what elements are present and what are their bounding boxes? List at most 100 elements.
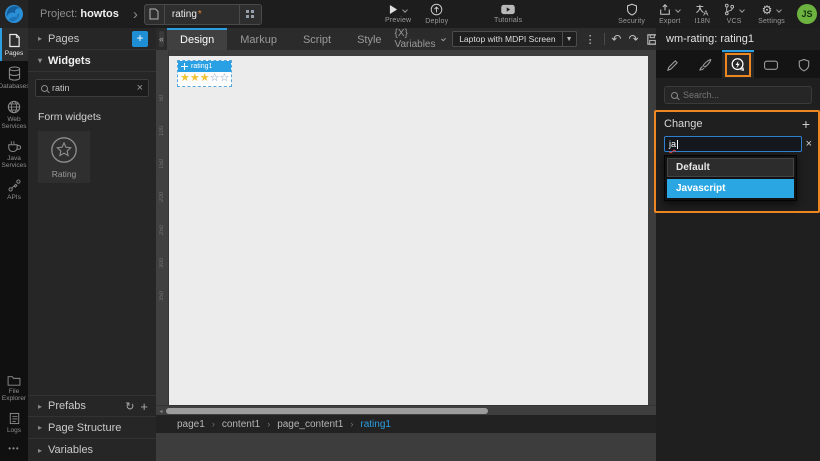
preview-button[interactable]: Preview [378, 0, 418, 28]
settings-button[interactable]: ⚙ Settings [751, 0, 792, 28]
tab-device[interactable] [754, 50, 787, 78]
tab-security[interactable] [787, 50, 820, 78]
add-prefab-button[interactable]: + [140, 399, 148, 414]
breadcrumb-item-page-content1[interactable]: page_content1 [277, 419, 343, 430]
pages-accordion-header[interactable]: ▸ Pages + [28, 28, 156, 50]
sidebar-item-pages[interactable]: Pages [0, 28, 28, 62]
change-event-input[interactable]: ja [664, 136, 802, 152]
rating-widget-on-canvas[interactable]: rating1 ★★★☆☆ [177, 60, 233, 87]
page-canvas[interactable]: rating1 ★★★☆☆ [169, 56, 648, 433]
widget-search-box[interactable]: × [35, 79, 149, 97]
chevron-down-icon [675, 6, 682, 13]
widget-selection-label[interactable]: rating1 [178, 61, 232, 73]
breadcrumb-separator: › [211, 419, 215, 429]
brush-icon [698, 58, 712, 72]
widget-group-label: Form widgets [38, 111, 102, 123]
user-avatar[interactable]: JS [797, 4, 817, 24]
remove-event-icon[interactable]: × [806, 138, 812, 150]
breadcrumb-separator: › [350, 419, 354, 429]
rating-widget-tile[interactable]: Rating [38, 131, 90, 183]
widgets-accordion-header[interactable]: ▾ Widgets [28, 50, 156, 72]
top-bar: Project: howtos › rating* Preview Deploy… [0, 0, 820, 28]
api-icon [8, 179, 21, 192]
open-page-tab[interactable]: rating* [143, 3, 262, 25]
more-options-icon[interactable]: ⋮ [584, 33, 597, 46]
vcs-button[interactable]: VCS [717, 0, 751, 28]
gear-icon: ⚙ [761, 2, 773, 17]
tab-events[interactable] [721, 50, 755, 78]
rail-more-button[interactable]: ••• [0, 438, 28, 461]
grid-icon [246, 10, 250, 13]
breadcrumb-item-rating1[interactable]: rating1 [360, 419, 391, 430]
sidebar-item-databases[interactable]: Databases [0, 61, 30, 94]
tutorials-button[interactable]: Tutorials [487, 0, 529, 28]
page-switcher-button[interactable] [238, 4, 261, 24]
breadcrumb-item-content1[interactable]: content1 [222, 419, 260, 430]
change-event-label: Change [664, 118, 703, 130]
tab-markup[interactable]: Markup [227, 28, 290, 50]
tab-design[interactable]: Design [167, 28, 228, 50]
properties-panel: wm-rating: rating1 C [654, 28, 820, 461]
divider [603, 33, 605, 45]
scrollbar-thumb[interactable] [166, 408, 488, 414]
add-event-button[interactable]: + [802, 117, 810, 131]
deploy-button[interactable]: Deploy [418, 0, 455, 28]
properties-search-box[interactable] [664, 86, 812, 104]
export-button[interactable]: Export [652, 0, 687, 28]
wavemaker-logo-icon [4, 4, 24, 24]
rating-stars[interactable]: ★★★☆☆ [178, 72, 231, 86]
undo-button[interactable]: ↶ [611, 33, 621, 45]
dropdown-option-default[interactable]: Default [667, 158, 794, 177]
filled-stars: ★★★ [180, 72, 210, 85]
triangle-right-icon: ▸ [38, 423, 43, 432]
refresh-icon[interactable]: ↻ [125, 400, 134, 413]
deploy-icon [430, 3, 443, 16]
clear-search-icon[interactable]: × [137, 82, 143, 94]
sidebar-item-file-explorer[interactable]: File Explorer [0, 370, 28, 407]
wavemaker-ide: Project: howtos › rating* Preview Deploy… [0, 0, 820, 461]
variables-accordion-header[interactable]: ▸ Variables [28, 439, 156, 461]
breadcrumb-item-page1[interactable]: page1 [177, 419, 205, 430]
vcs-branch-icon [724, 3, 735, 16]
sidebar-item-apis[interactable]: APIs [0, 174, 28, 205]
coffee-icon [7, 140, 22, 153]
export-icon [659, 3, 671, 16]
triangle-right-icon: ▸ [38, 34, 43, 43]
toolbar-right-controls: {X} Variables Laptop with MDPI Screen ▼ … [395, 28, 681, 50]
variables-dropdown[interactable]: {X} Variables [395, 28, 447, 50]
workspace-actions: Security Export A I18N VCS ⚙ Settings [611, 0, 792, 28]
properties-panel-tabs [656, 50, 820, 78]
left-panel: ▸ Pages + ▾ Widgets × Form widgets Ratin… [28, 28, 156, 461]
sidebar-item-web-services[interactable]: Web Services [0, 95, 28, 135]
tab-properties[interactable] [656, 50, 689, 78]
rail-spacer [0, 205, 28, 369]
security-button[interactable]: Security [611, 0, 652, 28]
pencil-icon [666, 59, 679, 72]
tab-style[interactable]: Style [344, 28, 394, 50]
prefabs-accordion-header[interactable]: ▸ Prefabs ↻ + [28, 395, 156, 417]
project-breadcrumb: Project: howtos [40, 8, 119, 20]
device-select[interactable]: Laptop with MDPI Screen ▼ [452, 31, 577, 47]
widget-search-input[interactable] [52, 83, 133, 93]
chevron-down-icon [739, 6, 745, 13]
i18n-button[interactable]: A I18N [688, 0, 718, 28]
change-event-header: Change + [664, 117, 812, 131]
page-structure-accordion-header[interactable]: ▸ Page Structure [28, 417, 156, 439]
event-action-dropdown: Default Javascript [664, 155, 797, 201]
tab-script[interactable]: Script [290, 28, 344, 50]
add-page-button[interactable]: + [132, 30, 148, 47]
scroll-left-arrow-icon[interactable]: ◂ [157, 407, 165, 415]
wavemaker-logo[interactable] [0, 0, 28, 28]
device-icon [763, 59, 779, 71]
dropdown-option-javascript[interactable]: Javascript [667, 179, 794, 198]
text-cursor [677, 139, 679, 149]
properties-search-input[interactable] [683, 90, 805, 100]
selected-widget-title: wm-rating: rating1 [666, 33, 755, 45]
collapse-left-panel-button[interactable]: « [159, 31, 165, 47]
horizontal-scrollbar[interactable]: ◂ [156, 405, 656, 415]
redo-button[interactable]: ↷ [628, 33, 638, 45]
sidebar-item-java-services[interactable]: Java Services [0, 135, 28, 174]
sidebar-item-logs[interactable]: Logs [0, 407, 28, 438]
events-icon [730, 57, 746, 73]
tab-styles[interactable] [689, 50, 722, 78]
